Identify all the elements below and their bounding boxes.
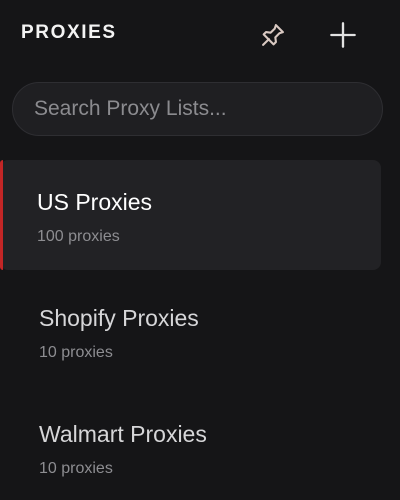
pin-button[interactable]	[256, 18, 290, 52]
list-item-walmart-proxies[interactable]: Walmart Proxies 10 proxies	[0, 392, 400, 500]
list-item-count: 10 proxies	[39, 344, 113, 361]
search-input[interactable]	[13, 83, 382, 135]
active-indicator	[0, 160, 3, 270]
header: PROXIES	[0, 0, 400, 70]
plus-icon	[329, 21, 357, 49]
list-item-count: 100 proxies	[37, 228, 120, 245]
page-title: PROXIES	[21, 22, 117, 43]
list-item-shopify-proxies[interactable]: Shopify Proxies 10 proxies	[0, 276, 400, 386]
list-item-count: 10 proxies	[39, 460, 113, 477]
pin-icon	[259, 21, 287, 49]
proxies-panel: PROXIES US Proxies 100 prox	[0, 0, 400, 500]
list-item-us-proxies[interactable]: US Proxies 100 proxies	[0, 160, 381, 270]
search-box	[12, 82, 383, 136]
list-item-name: Walmart Proxies	[39, 421, 207, 447]
list-item-name: Shopify Proxies	[39, 305, 199, 331]
proxy-list: US Proxies 100 proxies Shopify Proxies 1…	[0, 160, 400, 500]
list-item-name: US Proxies	[37, 189, 153, 215]
add-list-button[interactable]	[326, 18, 360, 52]
